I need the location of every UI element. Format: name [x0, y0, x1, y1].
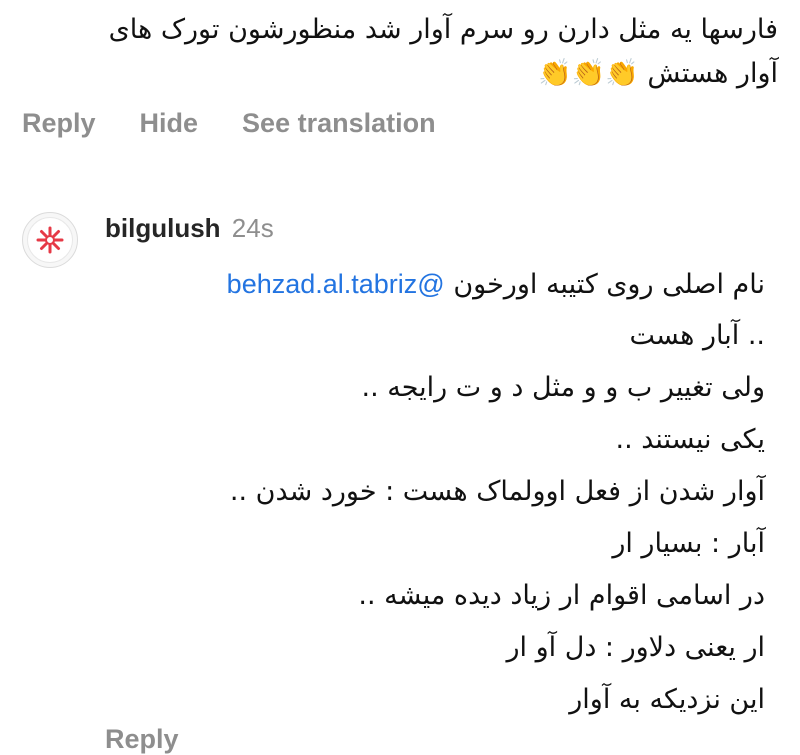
timestamp: 24s — [231, 213, 274, 243]
reply-line: در اسامی اقوام ار زیاد دیده میشه .. — [358, 580, 765, 611]
reply-first-line-text: نام اصلی روی کتیبه اورخون — [453, 269, 765, 300]
reply-line: ار یعنی دلاور : دل آو ار — [506, 632, 765, 663]
red-asterisk-logo-icon — [27, 217, 73, 263]
username[interactable]: bilgulush — [105, 213, 221, 243]
reply-line: آبار : بسیار ار — [612, 528, 765, 559]
reply-button[interactable]: Reply — [22, 108, 96, 139]
previous-comment-line-1: فارسها یه مثل دارن رو سرم آوار شد منظورش… — [108, 14, 778, 45]
previous-comment-text: فارسها یه مثل دارن رو سرم آوار شد منظورش… — [22, 8, 778, 96]
previous-comment-line-2: آوار هستش 👏👏👏 — [538, 58, 778, 89]
reply-line: .. آبار هست — [629, 320, 765, 351]
comment-actions: Reply Hide See translation — [22, 108, 436, 139]
see-translation-button[interactable]: See translation — [242, 108, 436, 139]
previous-comment: فارسها یه مثل دارن رو سرم آوار شد منظورش… — [22, 8, 778, 96]
hide-button[interactable]: Hide — [140, 108, 199, 139]
next-reply-button[interactable]: Reply — [105, 724, 179, 755]
reply-line: ولی تغییر ب و و مثل د و ت رایجه .. — [361, 372, 765, 403]
mention-link[interactable]: @behzad.al.tabriz — [227, 269, 445, 299]
reply-line: آوار شدن از فعل اوولماک هست : خورد شدن .… — [229, 476, 765, 507]
reply-line: این نزدیکه به آوار — [569, 684, 765, 715]
reply-body: نام اصلی روی کتیبه اورخون @behzad.al.tab… — [105, 258, 765, 726]
avatar[interactable] — [22, 212, 78, 268]
reply-header: bilgulush 24s — [105, 213, 274, 244]
reply-line: یکی نیستند .. — [615, 424, 765, 455]
reply-line-1: نام اصلی روی کتیبه اورخون @behzad.al.tab… — [105, 258, 765, 310]
